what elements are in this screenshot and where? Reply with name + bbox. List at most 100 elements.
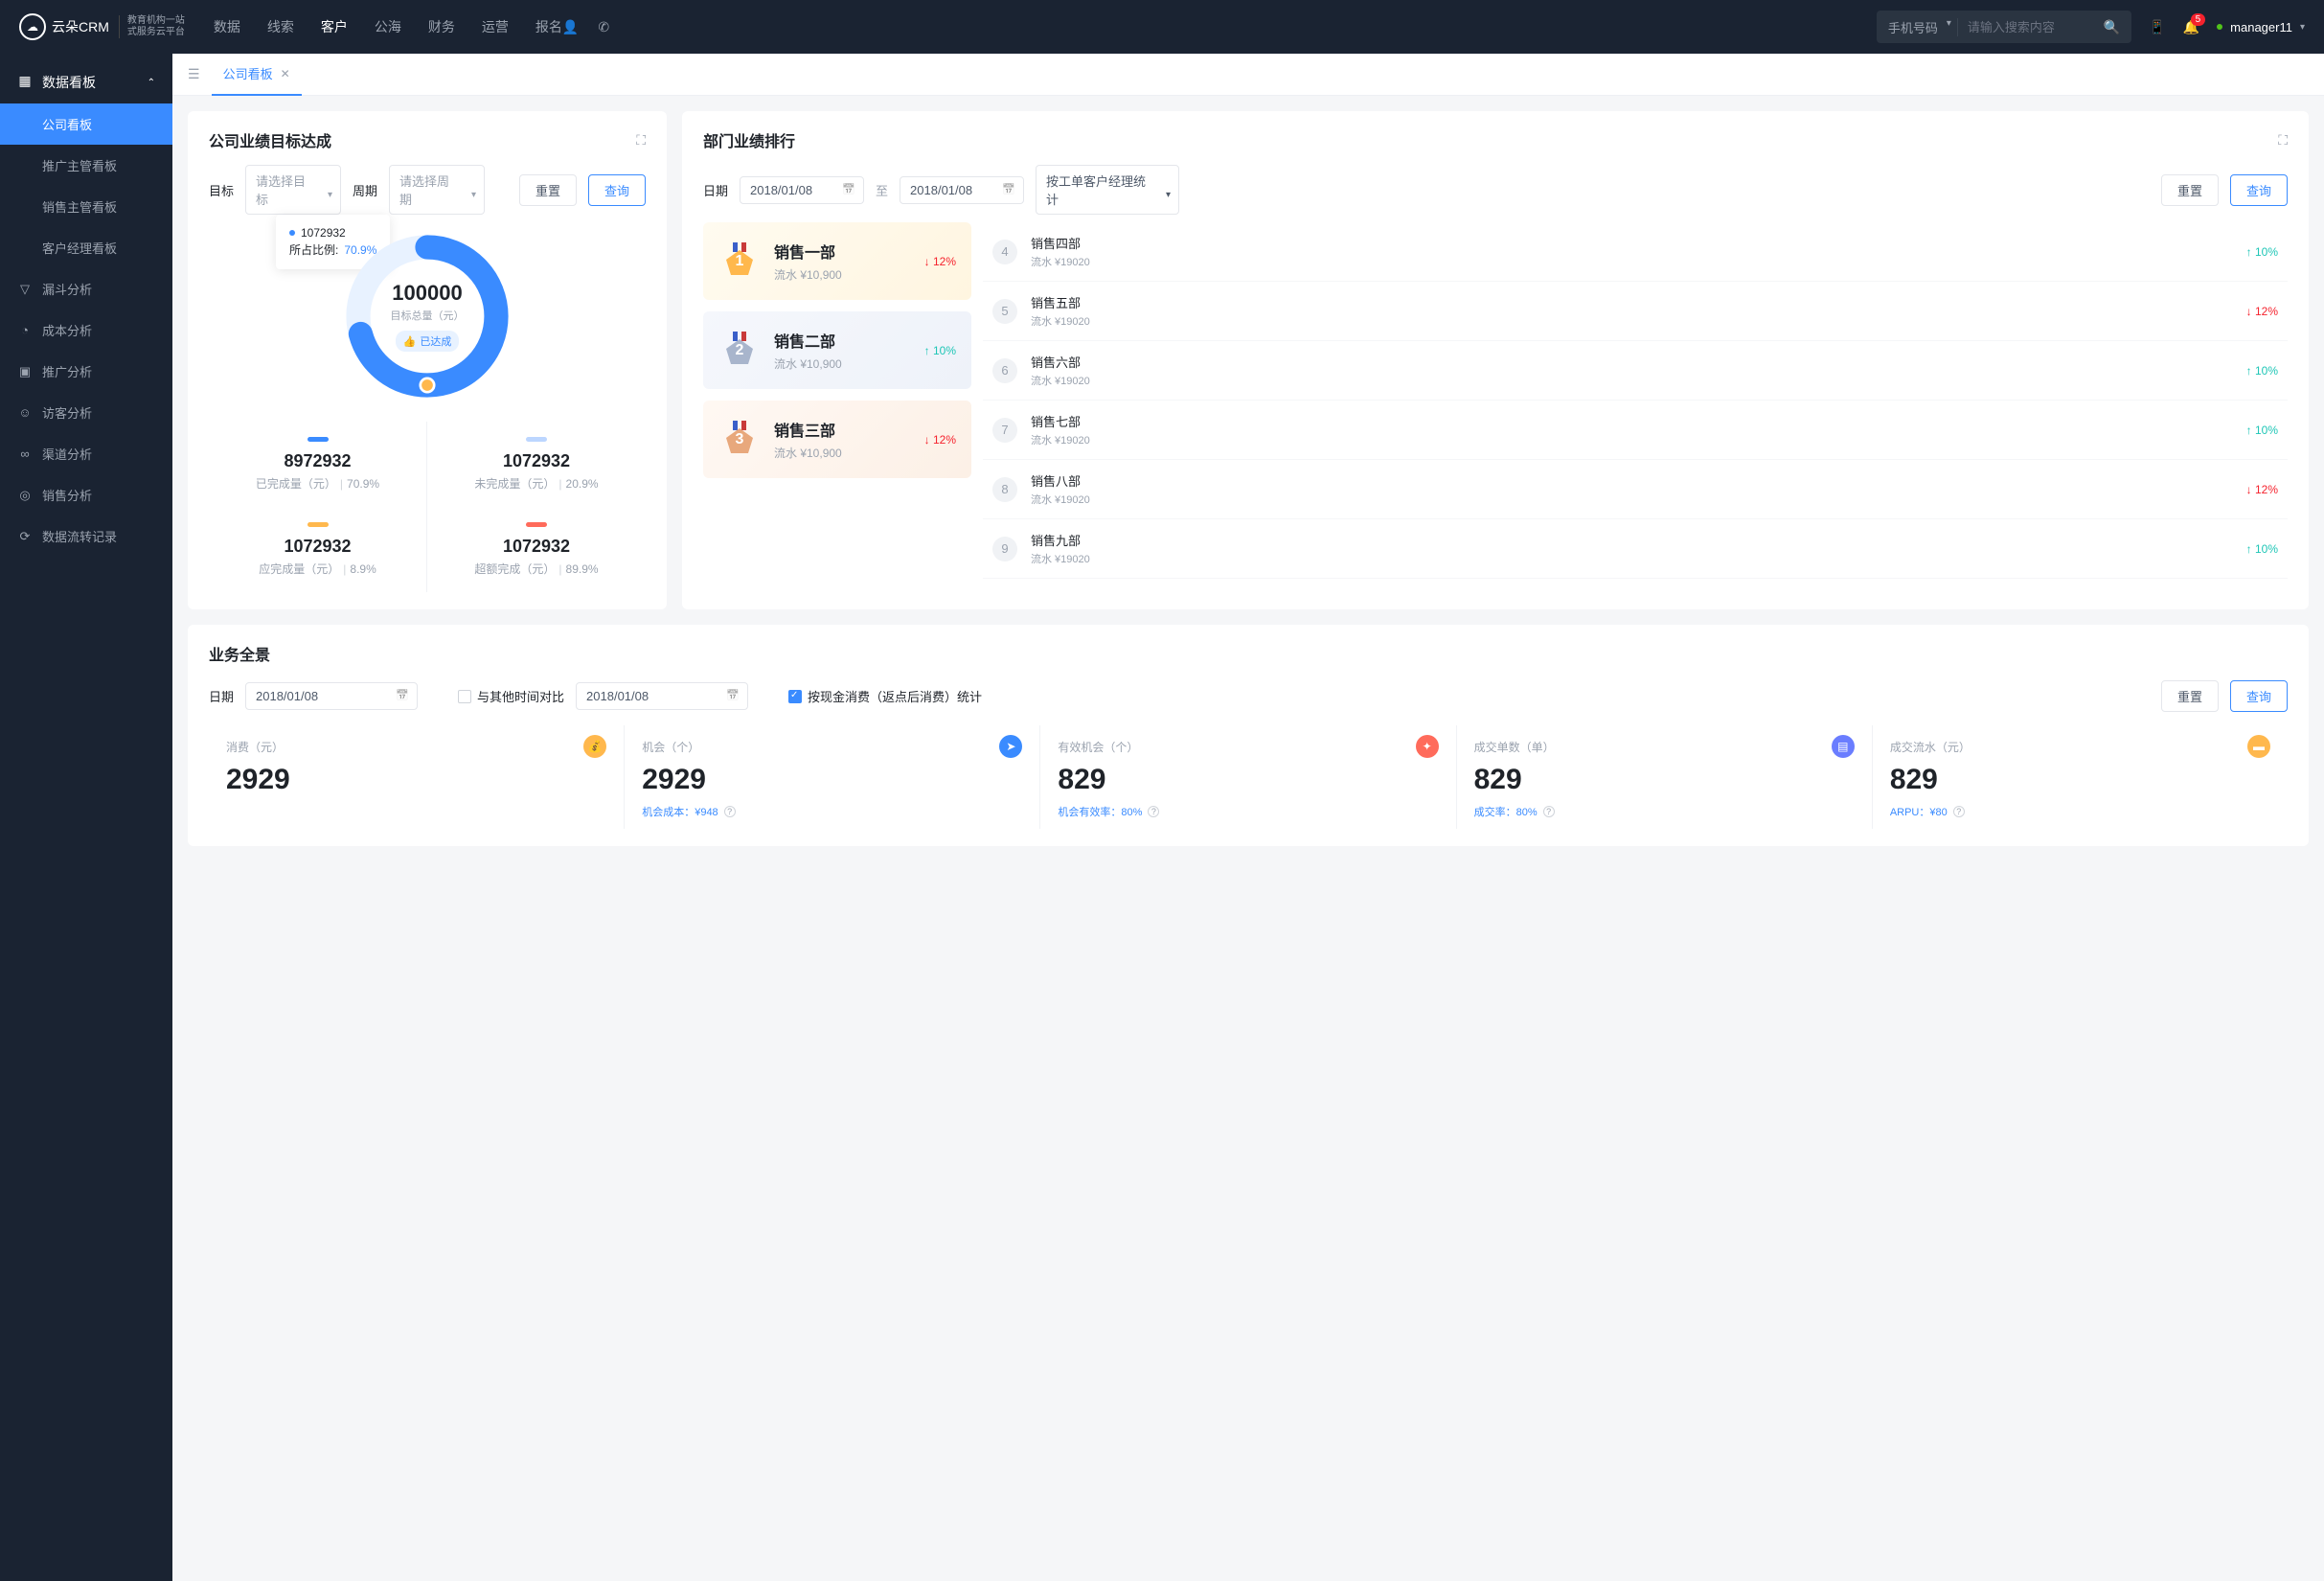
sidebar-item-客户经理看板[interactable]: 客户经理看板 [0,227,172,268]
sidebar: ▦数据看板 ⌃ 公司看板推广主管看板销售主管看板客户经理看板 ▽漏斗分析◔成本分… [0,54,172,1581]
pod-pct: ↓ 12% [924,433,956,447]
topnav-数据[interactable]: 数据 [214,17,240,36]
rank-pct: ↑ 10% [2246,245,2278,259]
period-select[interactable]: 请选择周期 [389,165,485,215]
tab-bar: ☰ 公司看板 ✕ [172,54,2324,96]
mobile-icon[interactable]: 📱 [2149,19,2165,35]
pod-pct: ↓ 12% [924,255,956,268]
donut-value: 100000 [392,281,462,306]
sidebar-item-销售分析[interactable]: ◎销售分析 [0,474,172,516]
user-icon[interactable]: 👤 [562,19,579,35]
phone-icon[interactable]: ✆ [598,19,609,35]
query-button[interactable]: 查询 [2230,174,2288,206]
user-menu[interactable]: manager11 ▾ [2217,20,2305,34]
stat-by-select[interactable]: 按工单客户经理统计 [1036,165,1179,215]
topnav-线索[interactable]: 线索 [267,17,294,36]
topnav-公海[interactable]: 公海 [375,17,401,36]
compare-checkbox[interactable] [458,690,471,703]
sidebar-item-渠道分析[interactable]: ∞渠道分析 [0,433,172,474]
rank-pct: ↑ 10% [2246,424,2278,437]
notif-badge: 5 [2191,13,2206,26]
rank-number: 8 [992,477,1017,502]
search-type-select[interactable]: 手机号码 [1877,18,1958,36]
rank-number: 5 [992,299,1017,324]
search-bar: 手机号码 🔍 [1877,11,2131,43]
date-from-input[interactable]: 2018/01/08 [740,176,864,204]
dashboard-icon: ▦ [17,73,33,92]
search-input[interactable] [1958,20,2092,34]
bell-icon[interactable]: 🔔5 [2183,19,2199,35]
tab-company-board[interactable]: 公司看板 ✕ [212,54,302,96]
sidebar-section-dashboard[interactable]: ▦数据看板 ⌃ [0,61,172,103]
search-icon[interactable]: 🔍 [2092,19,2131,35]
help-icon[interactable]: ? [1543,806,1555,817]
medal-icon: 2 [718,330,761,372]
help-icon[interactable]: ? [724,806,736,817]
target-select[interactable]: 请选择目标 [245,165,341,215]
sidebar-item-公司看板[interactable]: 公司看板 [0,103,172,145]
medal-icon: 1 [718,241,761,283]
sidebar-item-成本分析[interactable]: ◔成本分析 [0,309,172,351]
stat-value: 1072932 [503,451,570,471]
brand-name: 云朵CRM [52,17,109,36]
reset-button[interactable]: 重置 [519,174,577,206]
kpi-icon: ➤ [999,735,1022,758]
username: manager11 [2230,20,2292,34]
reset-button[interactable]: 重置 [2161,174,2219,206]
period-label: 周期 [353,181,377,199]
topnav-运营[interactable]: 运营 [482,17,509,36]
stat-bar-icon [308,522,329,527]
sidebar-item-数据流转记录[interactable]: ⟳数据流转记录 [0,516,172,557]
hamburger-icon[interactable]: ☰ [188,66,200,82]
top-nav: 数据 线索 客户 公海 财务 运营 报名 [214,17,562,36]
pod-name: 销售三部 [774,418,842,441]
reset-button[interactable]: 重置 [2161,680,2219,712]
kpi-card: 成交单数（单）▤829成交率：80% ? [1457,725,1873,829]
goal-title: 公司业绩目标达成 [209,128,331,151]
stat-bar-icon [308,437,329,442]
rank-pct: ↓ 12% [2246,305,2278,318]
stat-bar-icon [526,437,547,442]
rank-row: 4销售四部流水 ¥19020↑ 10% [983,222,2288,282]
biz-date1-input[interactable]: 2018/01/08 [245,682,418,710]
expand-icon[interactable]: ⛶ [636,132,646,149]
rank-sub: 流水 ¥19020 [1031,432,2246,447]
help-icon[interactable]: ? [1953,806,1965,817]
stat-value: 1072932 [503,537,570,557]
kpi-title: 机会（个） [642,739,699,755]
help-icon[interactable]: ? [1148,806,1159,817]
close-icon[interactable]: ✕ [281,67,290,80]
expand-icon[interactable]: ⛶ [2278,132,2288,149]
kpi-icon: ▬ [2247,735,2270,758]
topnav-报名[interactable]: 报名 [535,17,562,36]
logo[interactable]: ☁ 云朵CRM 教育机构一站式服务云平台 [19,13,185,40]
kpi-icon: ▤ [1832,735,1855,758]
biz-date2-input[interactable]: 2018/01/08 [576,682,748,710]
sidebar-item-访客分析[interactable]: ☺访客分析 [0,392,172,433]
rank-row: 5销售五部流水 ¥19020↓ 12% [983,282,2288,341]
thumbs-up-icon: 👍 [403,335,417,348]
topnav-财务[interactable]: 财务 [428,17,455,36]
rank-sub: 流水 ¥19020 [1031,551,2246,566]
pod-sub: 流水 ¥10,900 [774,355,842,372]
status-dot-icon [2217,24,2222,30]
tab-label: 公司看板 [223,64,273,82]
stat-label: 未完成量（元）|20.9% [474,475,598,492]
sidebar-item-推广主管看板[interactable]: 推广主管看板 [0,145,172,186]
topnav-客户[interactable]: 客户 [321,17,348,36]
menu-icon: ▣ [17,364,33,379]
rank-name: 销售五部 [1031,293,2246,311]
sidebar-item-漏斗分析[interactable]: ▽漏斗分析 [0,268,172,309]
podium-2: 2销售二部流水 ¥10,900↑ 10% [703,311,971,389]
sidebar-item-销售主管看板[interactable]: 销售主管看板 [0,186,172,227]
kpi-title: 成交流水（元） [1890,739,1971,755]
logo-mark-icon: ☁ [19,13,46,40]
rank-name: 销售九部 [1031,531,2246,549]
sidebar-item-推广分析[interactable]: ▣推广分析 [0,351,172,392]
date-to-input[interactable]: 2018/01/08 [900,176,1024,204]
query-button[interactable]: 查询 [588,174,646,206]
query-button[interactable]: 查询 [2230,680,2288,712]
cash-checkbox[interactable] [788,690,802,703]
rank-number: 6 [992,358,1017,383]
donut-sub: 目标总量（元） [391,308,465,323]
